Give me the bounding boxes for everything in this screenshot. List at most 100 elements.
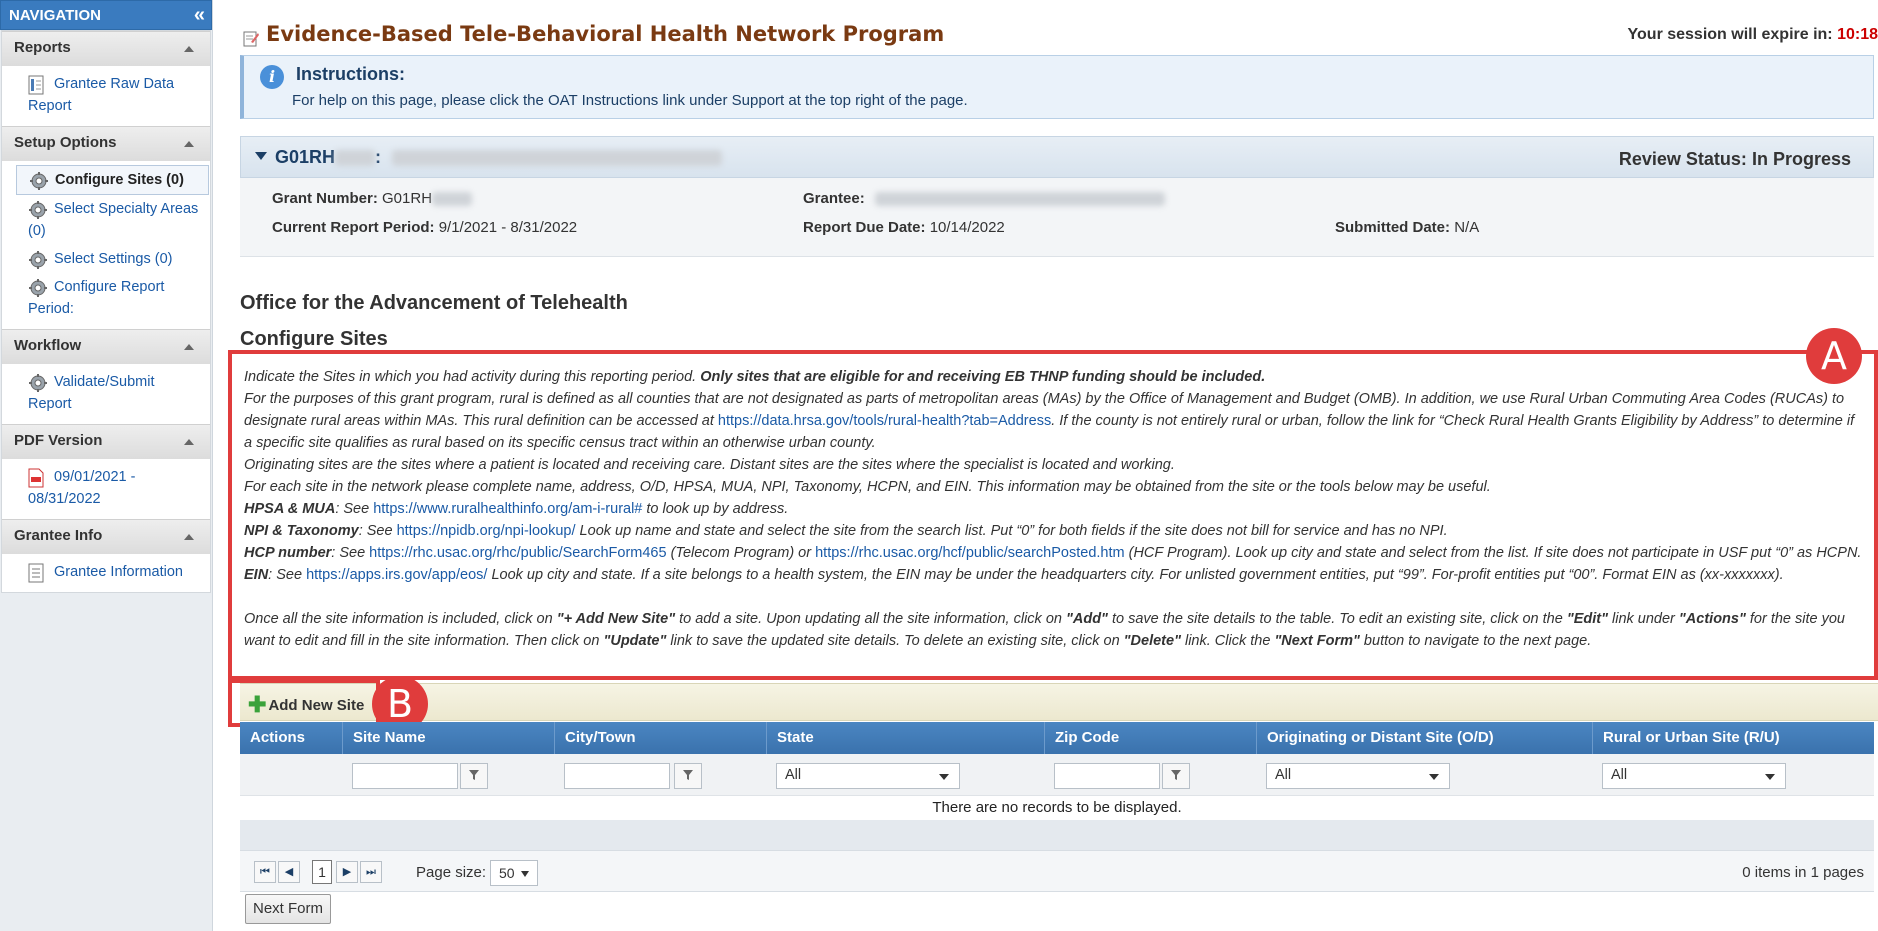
column-site-name[interactable]: Site Name — [343, 722, 555, 754]
navigation-title: NAVIGATION — [9, 7, 101, 24]
prev-page-icon[interactable]: ◀ — [278, 861, 300, 883]
navigation-sidebar: NAVIGATION « Reports Grantee Raw Data Re… — [0, 0, 213, 931]
collapse-triangle-icon[interactable] — [255, 152, 267, 160]
sidebar-item-grantee-information[interactable]: Grantee Information — [2, 558, 210, 586]
next-form-button[interactable]: Next Form — [245, 894, 331, 924]
chevron-up-icon[interactable] — [184, 534, 194, 540]
instructions-text: For help on this page, please click the … — [292, 92, 968, 109]
rural-health-link[interactable]: https://data.hrsa.gov/tools/rural-health… — [718, 413, 1051, 429]
grid-pager: ⏮ ◀ 1 ▶ ⏭ Page size: 50 0 items in 1 pag… — [240, 850, 1874, 892]
last-page-icon[interactable]: ⏭ — [360, 861, 382, 883]
column-rural-urban[interactable]: Rural or Urban Site (R/U) — [1593, 722, 1874, 754]
sidebar-item-label[interactable]: Configure Sites (0) — [29, 172, 184, 188]
nav-section-pdf-version[interactable]: PDF Version — [2, 424, 210, 459]
state-filter-select[interactable]: All — [776, 763, 960, 789]
due-date-value: 10/14/2022 — [929, 219, 1005, 236]
navigation-header: NAVIGATION « — [0, 0, 212, 30]
guidance-label: HPSA & MUA — [244, 501, 336, 517]
select-value: All — [1611, 767, 1628, 783]
hcp-hcf-link[interactable]: https://rhc.usac.org/hcf/public/searchPo… — [815, 545, 1124, 561]
guidance-text: Indicate the Sites in which you had acti… — [244, 369, 701, 385]
ru-filter-select[interactable]: All — [1602, 763, 1786, 789]
sidebar-item-label[interactable]: Grantee Raw Data Report — [28, 76, 174, 114]
guidance-text: (Telecom Program) or — [666, 545, 816, 561]
nav-section-grantee-info[interactable]: Grantee Info — [2, 519, 210, 554]
guidance-text: (HCF Program). Look up city and state an… — [1124, 545, 1862, 561]
guidance-emphasis: "Actions" — [1678, 611, 1746, 627]
sidebar-item-validate-submit-report[interactable]: Validate/Submit Report — [2, 368, 210, 418]
gear-icon — [28, 200, 48, 227]
sidebar-item-configure-report-period[interactable]: Configure Report Period: — [2, 273, 210, 323]
first-page-icon[interactable]: ⏮ — [254, 861, 276, 883]
guidance-npi: NPI & Taxonomy: See https://npidb.org/np… — [244, 520, 1866, 542]
filter-icon[interactable] — [1162, 763, 1190, 789]
sidebar-item-label[interactable]: 09/01/2021 - 08/31/2022 — [28, 469, 135, 507]
chevron-up-icon[interactable] — [184, 439, 194, 445]
guidance-label: HCP number — [244, 545, 332, 561]
edit-report-icon — [242, 28, 260, 52]
sidebar-item-label[interactable]: Grantee Information — [28, 564, 183, 580]
submitted-date-label: Submitted Date: — [1335, 219, 1451, 236]
guidance-paragraph: Originating sites are the sites where a … — [244, 457, 1175, 473]
sidebar-item-label[interactable]: Select Settings (0) — [28, 251, 172, 267]
sidebar-item-label[interactable]: Configure Report Period: — [28, 279, 164, 317]
site-guidance-box: Indicate the Sites in which you had acti… — [228, 350, 1878, 680]
filter-icon[interactable] — [674, 763, 702, 789]
column-state[interactable]: State — [767, 722, 1045, 754]
sidebar-item-pdf-period[interactable]: 09/01/2021 - 08/31/2022 — [2, 463, 210, 513]
session-label: Your session will expire in: — [1627, 26, 1833, 43]
chevron-up-icon[interactable] — [184, 46, 194, 52]
column-zip-code[interactable]: Zip Code — [1045, 722, 1257, 754]
hpsa-link[interactable]: https://www.ruralhealthinfo.org/am-i-rur… — [373, 501, 642, 517]
filter-icon[interactable] — [460, 763, 488, 789]
sidebar-item-select-specialty-areas[interactable]: Select Specialty Areas (0) — [2, 195, 210, 245]
od-filter-select[interactable]: All — [1266, 763, 1450, 789]
nav-section-workflow[interactable]: Workflow — [2, 329, 210, 364]
city-filter-input[interactable] — [564, 763, 670, 789]
chevron-up-icon[interactable] — [184, 344, 194, 350]
current-page[interactable]: 1 — [312, 860, 332, 884]
guidance-text: Look up city and state. If a site belong… — [487, 567, 1784, 583]
sidebar-item-grantee-raw-data-report[interactable]: Grantee Raw Data Report — [2, 70, 210, 120]
chevron-up-icon[interactable] — [184, 141, 194, 147]
instructions-panel: i Instructions: For help on this page, p… — [240, 55, 1874, 119]
npi-link[interactable]: https://npidb.org/npi-lookup/ — [397, 523, 576, 539]
zip-filter-input[interactable] — [1054, 763, 1160, 789]
grant-number-value: G01RH — [382, 190, 433, 207]
page-size-label: Page size: — [416, 864, 487, 881]
column-city-town[interactable]: City/Town — [555, 722, 767, 754]
instructions-title: Instructions: — [296, 64, 406, 84]
column-originating-distant[interactable]: Originating or Distant Site (O/D) — [1257, 722, 1593, 754]
guidance-text: button to navigate to the next page. — [1359, 633, 1592, 649]
guidance-paragraph: For each site in the network please comp… — [244, 479, 1491, 495]
current-report-period: Current Report Period: 9/1/2021 - 8/31/2… — [272, 219, 577, 236]
no-records-message: There are no records to be displayed. — [932, 799, 1182, 816]
hcp-telecom-link[interactable]: https://rhc.usac.org/rhc/public/SearchFo… — [369, 545, 666, 561]
grid-toolbar: ✚ Add New Site — [240, 683, 1878, 721]
select-value: All — [1275, 767, 1292, 783]
sidebar-item-configure-sites[interactable]: Configure Sites (0) — [16, 165, 209, 195]
nav-section-reports[interactable]: Reports — [2, 31, 210, 66]
select-value: All — [785, 767, 802, 783]
page-size-value: 50 — [499, 865, 515, 881]
column-actions: Actions — [240, 722, 343, 754]
configure-sites-title: Configure Sites — [240, 328, 388, 350]
sidebar-item-select-settings[interactable]: Select Settings (0) — [2, 245, 210, 273]
nav-section-label: Reports — [14, 39, 71, 56]
collapse-icon[interactable]: « — [194, 4, 205, 27]
ein-link[interactable]: https://apps.irs.gov/app/eos/ — [306, 567, 487, 583]
nav-section-setup-options[interactable]: Setup Options — [2, 126, 210, 161]
guidance-steps: Once all the site information is include… — [244, 608, 1866, 652]
redacted-block — [392, 150, 723, 167]
redacted-block — [874, 192, 1165, 207]
sidebar-item-label[interactable]: Select Specialty Areas (0) — [28, 201, 198, 239]
grid-filter-row: All All All — [240, 754, 1874, 796]
review-status-value: In Progress — [1751, 149, 1851, 169]
period-value: 9/1/2021 - 8/31/2022 — [438, 219, 578, 236]
grant-header[interactable]: G01RH: Review Status: In Progress — [240, 136, 1874, 178]
submitted-date-value: N/A — [1454, 219, 1480, 236]
guidance-text: : See — [268, 567, 307, 583]
site-name-filter-input[interactable] — [352, 763, 458, 789]
next-page-icon[interactable]: ▶ — [336, 861, 358, 883]
page-size-select[interactable]: 50 — [490, 860, 538, 886]
